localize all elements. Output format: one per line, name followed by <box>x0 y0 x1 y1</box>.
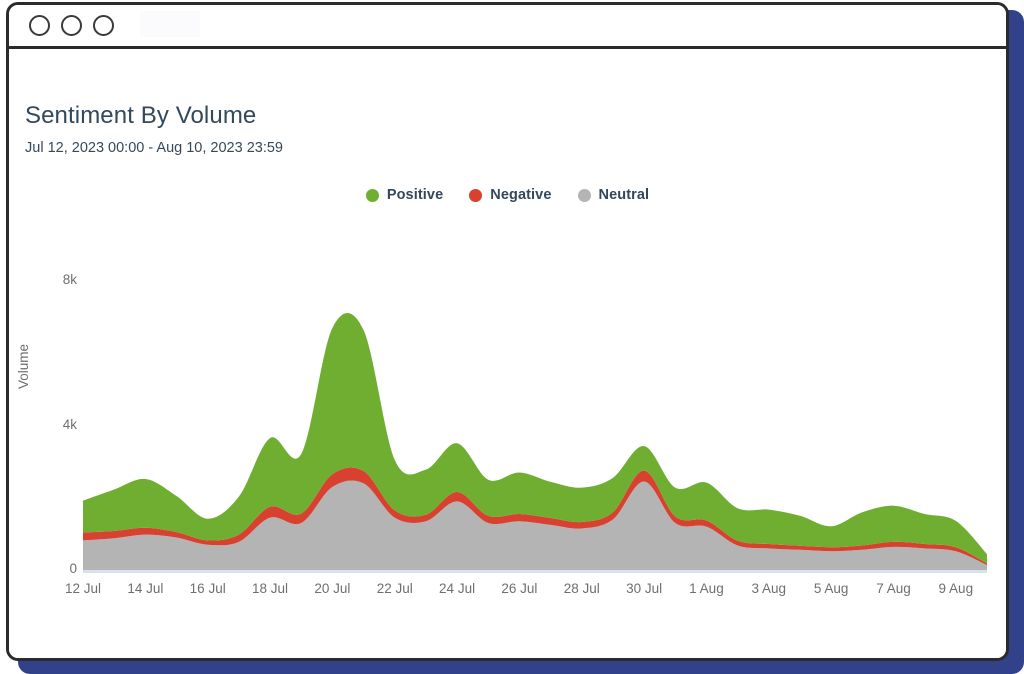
x-tick-label: 26 Jul <box>501 581 537 596</box>
minimize-dot-icon[interactable] <box>61 15 82 36</box>
x-tick-label: 18 Jul <box>252 581 288 596</box>
x-tick-label: 14 Jul <box>127 581 163 596</box>
x-tick-label: 1 Aug <box>689 581 724 596</box>
chart-panel: Sentiment By Volume Jul 12, 2023 00:00 -… <box>9 49 1006 661</box>
screenshot-root: Sentiment By Volume Jul 12, 2023 00:00 -… <box>0 0 1024 674</box>
browser-tab-placeholder[interactable] <box>140 11 200 37</box>
x-tick-label: 30 Jul <box>626 581 662 596</box>
x-tick-label: 24 Jul <box>439 581 475 596</box>
x-tick-label: 7 Aug <box>876 581 911 596</box>
x-tick-label: 20 Jul <box>314 581 350 596</box>
x-tick-label: 3 Aug <box>752 581 787 596</box>
plot-area: Volume 04k8k 12 Jul14 Jul16 Jul18 Jul20 … <box>9 49 1006 661</box>
x-tick-label: 5 Aug <box>814 581 849 596</box>
x-tick-label: 28 Jul <box>564 581 600 596</box>
x-axis: 12 Jul 14 Jul 16 Jul 18 Jul 20 Jul 22 Jul 24 J… <box>9 49 1006 661</box>
x-tick-label: 12 Jul <box>65 581 101 596</box>
x-tick-label: 9 Aug <box>939 581 974 596</box>
x-tick-label: 22 Jul <box>377 581 413 596</box>
maximize-dot-icon[interactable] <box>93 15 114 36</box>
x-tick-label: 16 Jul <box>190 581 226 596</box>
browser-title-bar <box>9 5 1006 49</box>
browser-window: Sentiment By Volume Jul 12, 2023 00:00 -… <box>6 2 1009 661</box>
close-dot-icon[interactable] <box>29 15 50 36</box>
